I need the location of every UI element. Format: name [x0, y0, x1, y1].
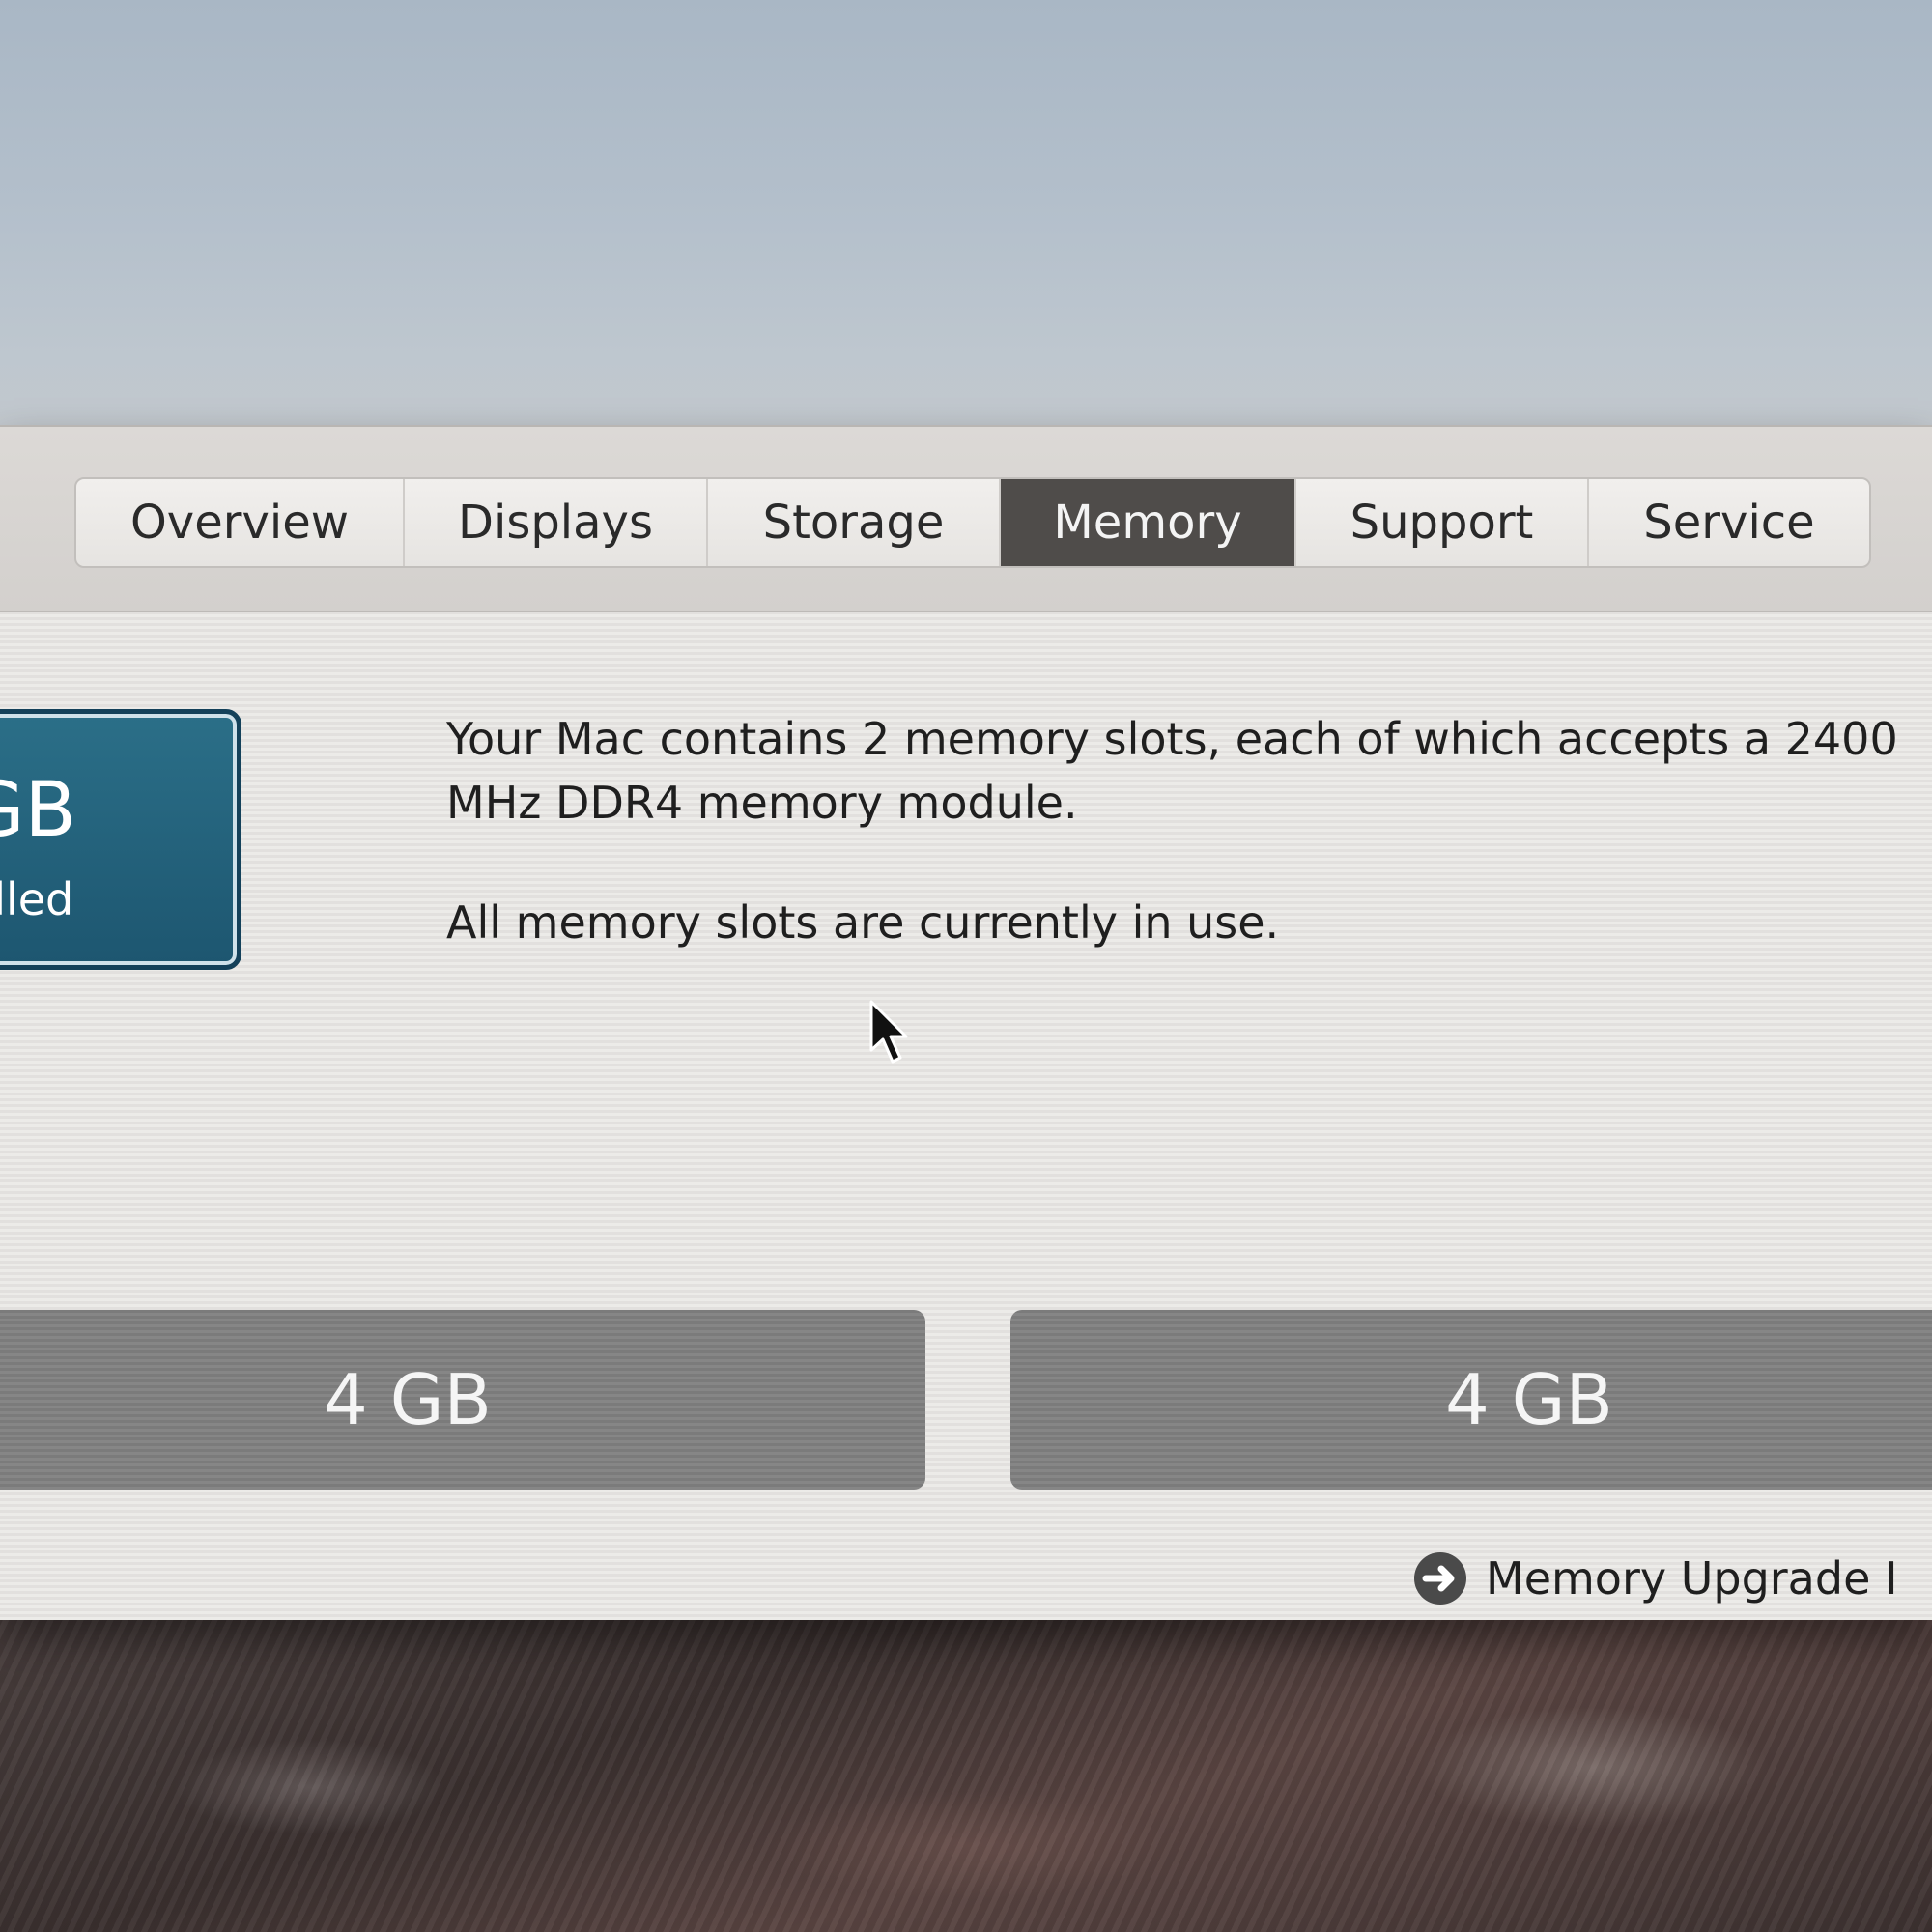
about-this-mac-window: Overview Displays Storage Memory Support…: [0, 425, 1932, 1620]
tab-bar: Overview Displays Storage Memory Support…: [74, 477, 1871, 568]
window-toolbar: Overview Displays Storage Memory Support…: [0, 427, 1932, 612]
memory-slot-2-size: 4 GB: [1445, 1359, 1613, 1440]
installed-memory-size: GB: [0, 767, 76, 854]
memory-upgrade-link[interactable]: Memory Upgrade I: [1412, 1548, 1898, 1609]
mouse-pointer-icon: [869, 1000, 908, 1064]
installed-memory-label: alled: [0, 873, 74, 925]
memory-slots-status: All memory slots are currently in use.: [446, 896, 1280, 949]
memory-slot-2: 4 GB: [1010, 1310, 1932, 1490]
memory-upgrade-label: Memory Upgrade I: [1486, 1552, 1898, 1605]
desktop-sky: [0, 0, 1932, 444]
memory-slot-1-size: 4 GB: [324, 1359, 492, 1440]
memory-slot-1: 4 GB: [0, 1310, 925, 1490]
memory-slots-info: Your Mac contains 2 memory slots, each o…: [446, 713, 1898, 829]
tab-storage[interactable]: Storage: [708, 479, 1001, 566]
tab-service[interactable]: Service: [1589, 479, 1869, 566]
memory-panel: GB alled Your Mac contains 2 memory slot…: [0, 612, 1932, 1620]
memory-description: Your Mac contains 2 memory slots, each o…: [446, 707, 1905, 954]
tab-memory[interactable]: Memory: [1001, 479, 1296, 566]
tab-support[interactable]: Support: [1296, 479, 1589, 566]
desktop-wallpaper-mountains: [0, 1594, 1932, 1932]
arrow-circle-icon: [1414, 1552, 1466, 1605]
tab-overview[interactable]: Overview: [76, 479, 405, 566]
tab-displays[interactable]: Displays: [405, 479, 708, 566]
installed-memory-badge: GB alled: [0, 709, 242, 970]
